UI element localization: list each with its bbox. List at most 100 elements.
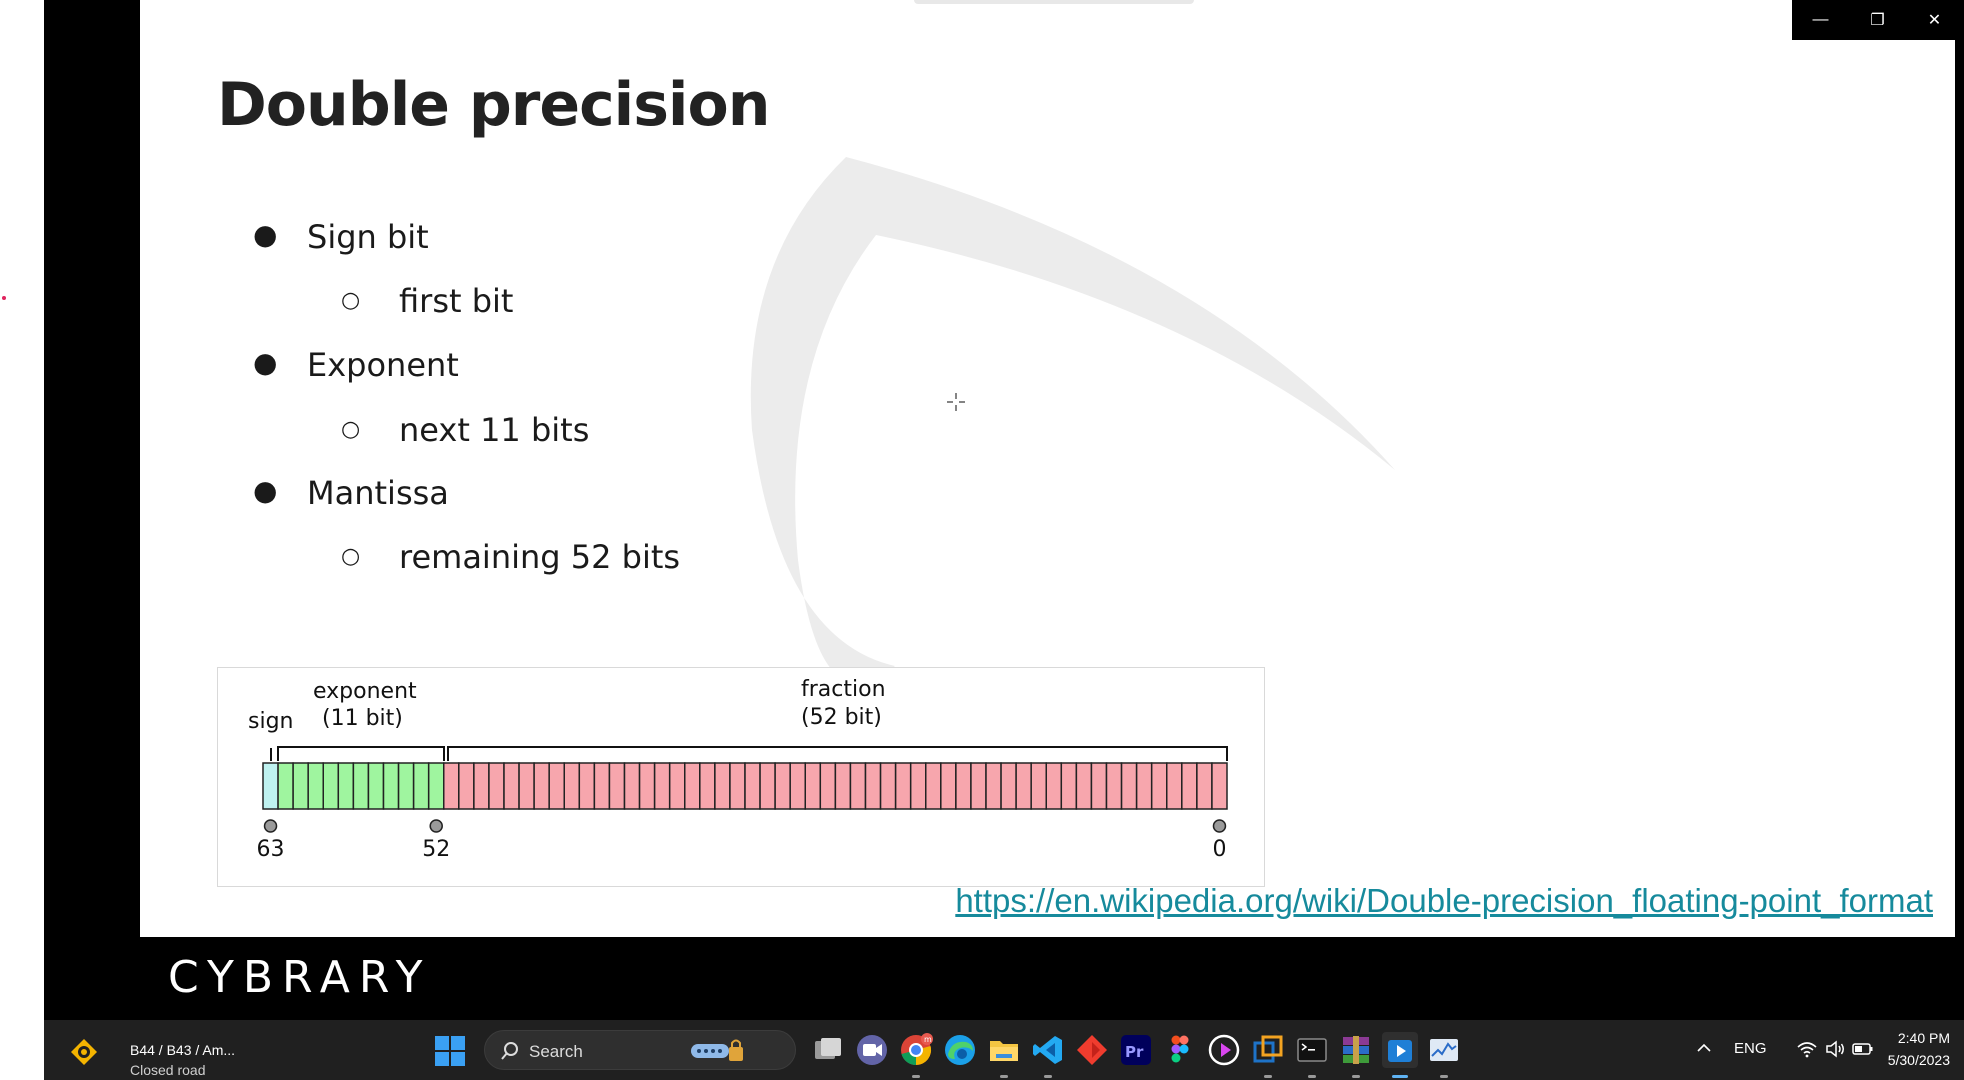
fraction-bit-cell — [774, 762, 791, 810]
bit-marker-0 — [1212, 819, 1227, 833]
teams-meet-icon[interactable] — [854, 1032, 890, 1068]
bullet-dot: ● — [253, 474, 278, 507]
fraction-bit-cell — [1150, 762, 1168, 810]
exponent-bit-cell — [337, 762, 355, 810]
sub-bullet-circle: ○ — [341, 288, 361, 313]
task-view-icon[interactable] — [810, 1032, 846, 1068]
chevron-up-icon[interactable] — [1694, 1038, 1714, 1058]
exponent-bit-cell — [412, 762, 430, 810]
fraction-bit-cell — [1015, 762, 1032, 810]
fraction-bit-cell — [668, 762, 686, 810]
weather-subtitle: Closed road — [130, 1062, 206, 1078]
red-dot-marker — [2, 296, 6, 300]
bullet-text: Exponent — [307, 346, 459, 384]
fraction-bit-cell — [940, 762, 957, 810]
clock-date[interactable]: 5/30/2023 — [1888, 1052, 1950, 1068]
exponent-bit-cell — [382, 762, 400, 810]
bullet-mantissa: ● Mantissa — [253, 474, 449, 512]
wikipedia-link[interactable]: https://en.wikipedia.org/wiki/Double-pre… — [955, 882, 1933, 920]
exponent-bit-cell — [427, 762, 445, 810]
running-indicator — [1308, 1075, 1316, 1078]
double-precision-diagram: sign exponent (11 bit) fraction (52 bit)… — [217, 667, 1265, 887]
exponent-bit-cell — [277, 762, 294, 810]
running-indicator — [1440, 1075, 1448, 1078]
volume-icon[interactable] — [1824, 1038, 1846, 1060]
fraction-bit-cell — [1166, 762, 1183, 810]
system-tray: ENG 2:40 PM 5/30/2023 — [1694, 1020, 1964, 1080]
exponent-label: exponent — [313, 679, 417, 704]
figma-icon[interactable] — [1162, 1032, 1198, 1068]
running-indicator — [1044, 1075, 1052, 1078]
bit-marker-label: 52 — [422, 837, 450, 862]
fraction-bit-cell — [744, 762, 761, 810]
fraction-bit-cell — [789, 762, 807, 810]
road-warning-icon — [71, 1039, 97, 1065]
battery-icon[interactable] — [1852, 1038, 1874, 1060]
clock-time[interactable]: 2:40 PM — [1898, 1030, 1950, 1046]
running-indicator — [1000, 1075, 1008, 1078]
fraction-bit-cell — [473, 762, 490, 810]
vs-code-icon[interactable] — [1030, 1032, 1066, 1078]
fraction-bit-cell — [849, 762, 867, 810]
windows-start-icon[interactable] — [434, 1035, 466, 1067]
bit-marker-label: 0 — [1212, 837, 1226, 862]
winrar-icon[interactable] — [1338, 1032, 1374, 1078]
crosshair-cursor-icon — [946, 392, 966, 412]
fraction-bit-cell — [699, 762, 716, 810]
fraction-bit-cell — [834, 762, 852, 810]
svg-text:m: m — [924, 1035, 932, 1044]
weather-widget[interactable]: B44 / B43 / Am... Closed road — [66, 1030, 276, 1078]
language-indicator[interactable]: ENG — [1734, 1040, 1767, 1057]
close-button[interactable]: ✕ — [1906, 0, 1963, 40]
task-manager-icon[interactable] — [1426, 1032, 1462, 1078]
restore-button[interactable]: ❐ — [1849, 0, 1906, 40]
media-player-icon[interactable] — [1206, 1032, 1242, 1068]
git-gui-icon[interactable] — [1074, 1032, 1110, 1068]
fraction-bit-cell — [533, 762, 550, 810]
bit-marker-63 — [263, 819, 278, 833]
sub-bullet-circle: ○ — [341, 544, 361, 569]
minimize-button[interactable]: — — [1792, 0, 1849, 40]
fraction-bit-cell — [970, 762, 987, 810]
sign-bit-cell — [262, 762, 279, 810]
bullet-sign-bit: ● Sign bit — [253, 218, 429, 256]
premiere-pro-icon[interactable]: Pr — [1118, 1032, 1154, 1068]
wifi-icon[interactable] — [1796, 1038, 1818, 1060]
exponent-bits-label: (11 bit) — [322, 706, 403, 731]
chrome-icon[interactable]: m — [898, 1032, 934, 1078]
fraction-bit-cell — [1105, 762, 1123, 810]
svg-text:Pr: Pr — [1125, 1043, 1144, 1061]
fraction-bit-cell — [925, 762, 942, 810]
player-top-handle[interactable] — [914, 0, 1194, 4]
virtualbox-icon[interactable] — [1250, 1032, 1286, 1078]
exponent-bit-cell — [352, 762, 370, 810]
window-controls: — ❐ ✕ — [1792, 0, 1964, 40]
field-brackets — [270, 746, 1228, 761]
taskbar: B44 / B43 / Am... Closed road Search m P… — [44, 1020, 1964, 1080]
fraction-bit-cell — [1120, 762, 1138, 810]
fraction-bit-cell — [1211, 762, 1228, 810]
fraction-bit-cell — [1196, 762, 1213, 810]
sub-bullet-next-11: ○ next 11 bits — [341, 411, 590, 449]
running-indicator — [1264, 1075, 1272, 1078]
sub-bullet-first-bit: ○ first bit — [341, 282, 513, 320]
fraction-bit-cell — [684, 762, 701, 810]
fraction-bit-cell — [804, 762, 822, 810]
fraction-bit-cell — [714, 762, 731, 810]
fraction-bit-cell — [909, 762, 927, 810]
file-explorer-icon[interactable] — [986, 1032, 1022, 1078]
fraction-bit-cell — [1075, 762, 1093, 810]
search-icon — [501, 1042, 518, 1060]
terminal-icon[interactable] — [1294, 1032, 1330, 1078]
running-indicator — [1352, 1075, 1360, 1078]
sub-bullet-text: next 11 bits — [399, 411, 590, 449]
fraction-bit-cell — [518, 762, 535, 810]
exponent-bit-cell — [367, 762, 385, 810]
fraction-bit-cell — [503, 762, 520, 810]
fraction-bit-cell — [985, 762, 1002, 810]
video-player-app-icon[interactable] — [1382, 1032, 1418, 1078]
edge-icon[interactable] — [942, 1032, 978, 1068]
taskbar-search-box[interactable]: Search — [484, 1030, 796, 1070]
exponent-bit-cell — [397, 762, 415, 810]
bullet-dot: ● — [253, 218, 278, 251]
